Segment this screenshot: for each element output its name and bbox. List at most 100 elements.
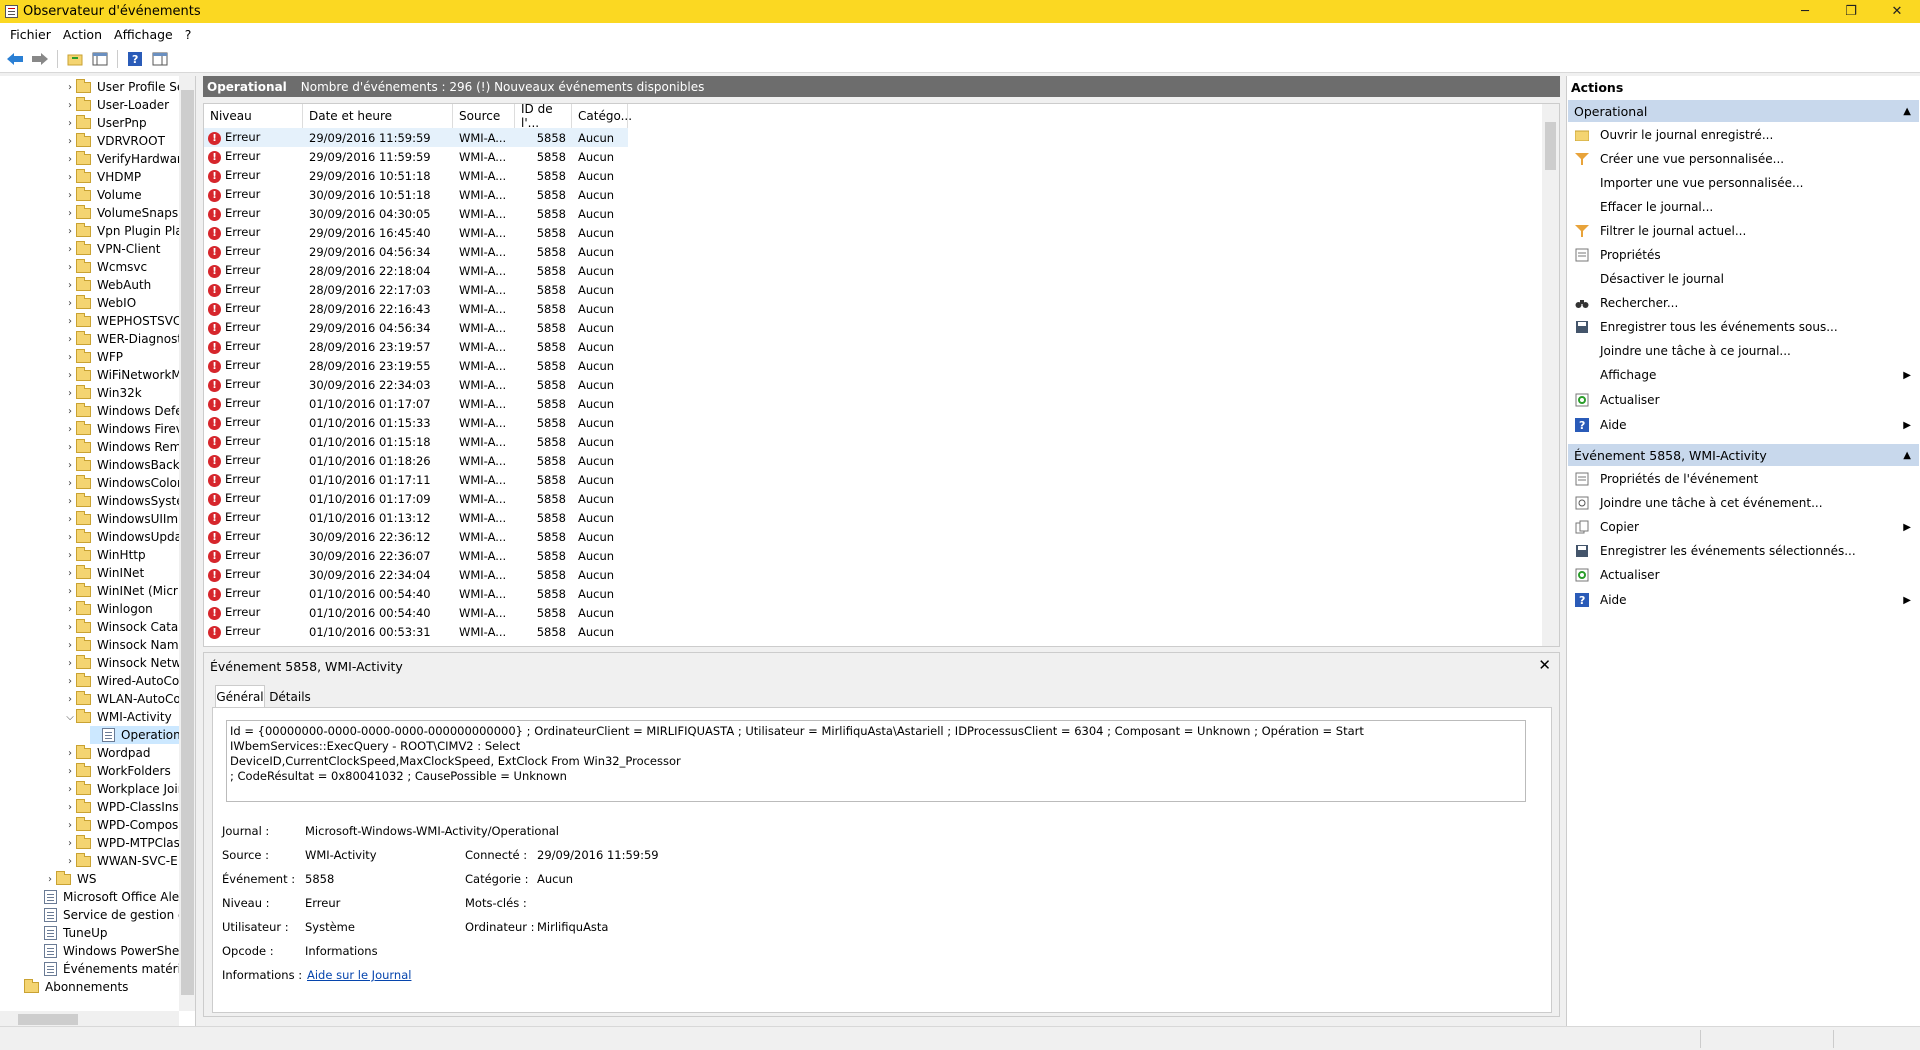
tree-node[interactable]: › Winsock Catal [64, 618, 182, 636]
chevron-right-icon[interactable]: › [64, 658, 76, 669]
help-icon[interactable]: ? [124, 48, 146, 70]
tree-node[interactable]: › VDRVROOT [64, 132, 165, 150]
section-operational[interactable]: Operational ▲ [1568, 100, 1919, 122]
chevron-right-icon[interactable]: › [64, 82, 76, 93]
table-row[interactable]: ! Erreur 30/09/2016 10:51:18 WMI-A... 5858 Au… [204, 185, 628, 204]
collapse-icon[interactable]: ▲ [1903, 450, 1911, 461]
chevron-right-icon[interactable]: › [64, 496, 76, 507]
chevron-right-icon[interactable]: › [44, 874, 56, 885]
chevron-down-icon[interactable]: ⌵ [64, 712, 76, 723]
tree-node[interactable]: › VHDMP [64, 168, 141, 186]
tree-node[interactable]: Microsoft Office Alert [32, 888, 189, 906]
tree-node-subscriptions[interactable]: Abonnements [12, 978, 128, 996]
tree-node[interactable]: › WEPHOSTSVC [64, 312, 181, 330]
chevron-right-icon[interactable]: › [64, 622, 76, 633]
collapse-icon[interactable]: ▲ [1903, 106, 1911, 117]
column-source[interactable]: Source [453, 104, 515, 128]
chevron-right-icon[interactable]: › [64, 748, 76, 759]
table-row[interactable]: ! Erreur 30/09/2016 22:36:07 WMI-A... 5858 Au… [204, 546, 628, 565]
table-row[interactable]: ! Erreur 01/10/2016 01:15:18 WMI-A... 5858 Au… [204, 432, 628, 451]
chevron-right-icon[interactable]: › [64, 244, 76, 255]
tree-node[interactable]: › WWAN-SVC-E [64, 852, 178, 870]
tree-node[interactable]: ⌵ WMI-Activity [64, 708, 172, 726]
tree-node[interactable]: › VPN-Client [64, 240, 161, 258]
chevron-right-icon[interactable]: › [64, 568, 76, 579]
table-row[interactable]: ! Erreur 29/09/2016 16:45:40 WMI-A... 5858 Au… [204, 223, 628, 242]
table-row[interactable]: ! Erreur 29/09/2016 04:56:34 WMI-A... 5858 Au… [204, 318, 628, 337]
menu-fichier[interactable]: Fichier [4, 27, 57, 42]
tree-node[interactable]: › WinINet (Micr [64, 582, 178, 600]
tree-node[interactable]: Service de gestion de [32, 906, 193, 924]
tree-node[interactable]: › WebAuth [64, 276, 151, 294]
chevron-right-icon[interactable]: › [64, 784, 76, 795]
table-row[interactable]: ! Erreur 29/09/2016 11:59:59 WMI-A... 5858 Au… [204, 128, 628, 147]
tree-node[interactable]: › WinHttp [64, 546, 146, 564]
table-row[interactable]: ! Erreur 30/09/2016 22:34:04 WMI-A... 5858 Au… [204, 565, 628, 584]
chevron-right-icon[interactable]: › [64, 334, 76, 345]
action-item[interactable]: Créer une vue personnalisée... [1568, 148, 1919, 170]
table-row[interactable]: ! Erreur 01/10/2016 01:18:26 WMI-A... 5858 Au… [204, 451, 628, 470]
action-item[interactable]: Effacer le journal... [1568, 196, 1919, 218]
action-item[interactable]: ? Aide ▶ [1568, 414, 1919, 436]
table-row[interactable]: ! Erreur 01/10/2016 01:17:07 WMI-A... 5858 Au… [204, 394, 628, 413]
tree-node[interactable]: › Winlogon [64, 600, 153, 618]
chevron-right-icon[interactable]: › [64, 208, 76, 219]
action-item[interactable]: Rechercher... [1568, 292, 1919, 314]
chevron-right-icon[interactable]: › [64, 280, 76, 291]
chevron-right-icon[interactable]: › [64, 460, 76, 471]
action-item[interactable]: Désactiver le journal [1568, 268, 1919, 290]
table-row[interactable]: ! Erreur 28/09/2016 22:18:04 WMI-A... 5858 Au… [204, 261, 628, 280]
events-table[interactable]: Niveau Date et heure Source ID de l'... … [203, 103, 1560, 647]
action-pane-icon[interactable] [149, 48, 171, 70]
chevron-right-icon[interactable]: › [64, 820, 76, 831]
table-row[interactable]: ! Erreur 01/10/2016 01:17:09 WMI-A... 5858 Au… [204, 489, 628, 508]
chevron-right-icon[interactable]: › [64, 838, 76, 849]
chevron-right-icon[interactable]: › [64, 550, 76, 561]
tree-node[interactable]: › Wordpad [64, 744, 150, 762]
forward-icon[interactable] [29, 48, 51, 70]
chevron-right-icon[interactable]: › [64, 100, 76, 111]
action-item[interactable]: Ouvrir le journal enregistré... [1568, 124, 1919, 146]
column-id[interactable]: ID de l'... [515, 104, 572, 130]
tree-scrollbar[interactable] [179, 76, 195, 1011]
tree-node[interactable]: Événements matériels [32, 960, 195, 978]
action-item[interactable]: ? Aide ▶ [1568, 589, 1919, 611]
chevron-right-icon[interactable]: › [64, 352, 76, 363]
table-row[interactable]: ! Erreur 01/10/2016 00:53:31 WMI-A... 5858 Au… [204, 622, 628, 641]
chevron-right-icon[interactable]: › [64, 172, 76, 183]
scrollbar-thumb[interactable] [18, 1014, 78, 1025]
tree-node[interactable]: › Windows Firev [64, 420, 183, 438]
action-item[interactable]: Joindre une tâche à cet événement... [1568, 492, 1919, 514]
chevron-right-icon[interactable]: › [64, 514, 76, 525]
tree-node[interactable]: › Windows Rem [64, 438, 181, 456]
chevron-right-icon[interactable]: › [64, 586, 76, 597]
table-row[interactable]: ! Erreur 01/10/2016 01:15:33 WMI-A... 5858 Au… [204, 413, 628, 432]
table-row[interactable]: ! Erreur 28/09/2016 22:16:43 WMI-A... 5858 Au… [204, 299, 628, 318]
chevron-right-icon[interactable]: › [64, 532, 76, 543]
event-description[interactable]: Id = {00000000-0000-0000-0000-0000000000… [226, 720, 1526, 802]
action-item[interactable]: Enregistrer les événements sélectionnés.… [1568, 540, 1919, 562]
table-row[interactable]: ! Erreur 28/09/2016 22:17:03 WMI-A... 5858 Au… [204, 280, 628, 299]
tree-node[interactable]: › Wired-AutoCo [64, 672, 179, 690]
menu-action[interactable]: Action [57, 27, 108, 42]
chevron-right-icon[interactable]: › [64, 442, 76, 453]
tree-node[interactable]: › WindowsUIIm [64, 510, 178, 528]
tree-node[interactable]: › Wcmsvc [64, 258, 147, 276]
action-item[interactable]: Importer une vue personnalisée... [1568, 172, 1919, 194]
tree-node[interactable]: › WebIO [64, 294, 136, 312]
tree-node[interactable]: › VolumeSnapsh [64, 204, 186, 222]
chevron-right-icon[interactable]: › [64, 802, 76, 813]
menu-affichage[interactable]: Affichage [108, 27, 179, 42]
action-item[interactable]: Joindre une tâche à ce journal... [1568, 340, 1919, 362]
tree-node[interactable]: › WindowsBack [64, 456, 180, 474]
tree-node[interactable]: › WPD-Compos [64, 816, 178, 834]
tab-details[interactable]: Détails [267, 687, 313, 707]
tree-node[interactable]: TuneUp [32, 924, 108, 942]
chevron-right-icon[interactable]: › [64, 478, 76, 489]
column-date[interactable]: Date et heure [303, 104, 453, 128]
chevron-right-icon[interactable]: › [64, 676, 76, 687]
minimize-button[interactable]: ─ [1782, 0, 1828, 23]
tree-node[interactable]: › WorkFolders [64, 762, 171, 780]
action-item[interactable]: Actualiser [1568, 564, 1919, 586]
table-scrollbar[interactable] [1542, 104, 1559, 646]
